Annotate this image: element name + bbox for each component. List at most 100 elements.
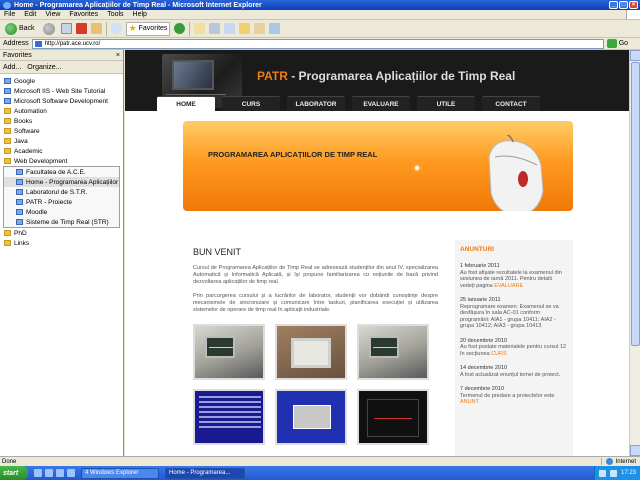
news-item: A fost actualizat enunțul temei de proie… (460, 372, 568, 379)
go-label: Go (618, 40, 629, 47)
menu-file[interactable]: File (4, 11, 15, 18)
ie-quicklaunch-icon[interactable] (34, 469, 42, 477)
nav-curs[interactable]: CURS (222, 96, 280, 111)
add-favorite-button[interactable]: Add... (3, 64, 21, 71)
signal-screenshot[interactable] (357, 389, 429, 445)
back-arrow-icon (5, 22, 17, 35)
favorite-item[interactable]: Automation (0, 106, 123, 116)
news-link[interactable]: ANUNT (460, 399, 479, 405)
favorite-subitem[interactable]: PATR - Proiecte (4, 197, 119, 207)
oscilloscope-photo[interactable] (357, 324, 429, 380)
discuss-icon[interactable] (239, 23, 251, 34)
favorites-list: Google Microsoft IIS - Web Site Tutorial M… (0, 74, 123, 248)
favorites-panel: Favorites × Add... Organize... Google Mic… (0, 50, 124, 456)
explorer-quicklaunch-icon[interactable] (56, 469, 64, 477)
favorite-item[interactable]: Books (0, 116, 123, 126)
taskbar-explorer-button[interactable]: 4 Windows Explorer (81, 467, 159, 479)
computer-mouse-image (488, 135, 544, 211)
window-titlebar[interactable]: Home - Programarea Aplicațiilor de Timp … (0, 0, 640, 10)
history-icon[interactable] (174, 23, 186, 34)
site-title-text: - Programarea Aplicațiilor de Timp Real (287, 69, 516, 83)
favorites-panel-header: Favorites × (0, 50, 123, 61)
favorite-subitem[interactable]: Sisteme de Timp Real (STR) (4, 217, 119, 227)
favorite-item-label: Books (14, 117, 33, 125)
favorite-item[interactable]: PhD (0, 228, 123, 238)
organize-favorites-button[interactable]: Organize... (27, 64, 61, 71)
print-icon[interactable] (209, 23, 221, 34)
menu-help[interactable]: Help (133, 11, 147, 18)
page-icon (4, 78, 11, 84)
start-button[interactable]: start (0, 466, 28, 480)
research-icon[interactable] (254, 23, 266, 34)
favorite-item-label: Software (14, 127, 40, 135)
nav-evaluare[interactable]: EVALUARE (352, 96, 410, 111)
news-title: ANUNTURI (460, 246, 494, 253)
minimize-button[interactable]: _ (609, 1, 618, 9)
page-icon (16, 219, 23, 225)
favorite-item[interactable]: Microsoft IIS - Web Site Tutorial (0, 86, 123, 96)
scroll-down-icon[interactable] (630, 445, 640, 456)
favorite-item[interactable]: Google (0, 76, 123, 86)
zone-label: Internet (615, 458, 636, 465)
favorite-subitem[interactable]: Moodle (4, 207, 119, 217)
favorite-item[interactable]: Microsoft Software Development (0, 96, 123, 106)
page-scrollbar[interactable] (629, 50, 640, 456)
nav-contact[interactable]: CONTACT (482, 96, 540, 111)
scroll-up-icon[interactable] (630, 50, 640, 61)
nav-laborator[interactable]: LABORATOR (287, 96, 345, 111)
stop-icon[interactable] (60, 23, 72, 34)
desktop-quicklaunch-icon[interactable] (45, 469, 53, 477)
favorite-item[interactable]: Java (0, 136, 123, 146)
go-button[interactable]: Go (606, 39, 629, 48)
favorite-subitem[interactable]: Home - Programarea Aplicațiilor de Timp … (4, 177, 119, 187)
volume-tray-icon[interactable] (609, 469, 617, 477)
messenger-icon[interactable] (269, 23, 281, 34)
menu-favorites[interactable]: Favorites (69, 11, 98, 18)
mail-icon[interactable] (194, 23, 206, 34)
media-quicklaunch-icon[interactable] (67, 469, 75, 477)
close-button[interactable]: × (629, 1, 638, 9)
favorite-item[interactable]: Academic (0, 146, 123, 156)
favorite-item[interactable]: Links (0, 238, 123, 248)
edit-icon[interactable] (224, 23, 236, 34)
nav-utile[interactable]: UTILE (417, 96, 475, 111)
program-screenshot[interactable] (275, 389, 347, 445)
favorite-item-label: Google (14, 77, 35, 85)
favorite-subitem[interactable]: Laboratorul de S.T.R. (4, 187, 119, 197)
security-zone: Internet (600, 458, 640, 465)
back-label: Back (19, 25, 35, 32)
program-screenshot[interactable] (193, 389, 265, 445)
menu-edit[interactable]: Edit (24, 11, 36, 18)
oscilloscope-photo[interactable] (275, 324, 347, 380)
close-panel-icon[interactable]: × (116, 52, 120, 59)
folder-icon (4, 108, 11, 114)
site-banner: PROGRAMAREA APLICAȚIILOR DE TIMP REAL (183, 121, 573, 211)
ie-icon (3, 1, 11, 9)
network-tray-icon[interactable] (598, 469, 606, 477)
page-icon (16, 189, 23, 195)
favorite-subitem[interactable]: Facultatea de A.C.E. (4, 167, 119, 177)
folder-icon (4, 158, 11, 164)
search-icon[interactable] (110, 23, 122, 34)
forward-button[interactable] (41, 22, 57, 36)
maximize-button[interactable]: □ (619, 1, 628, 9)
favorites-button[interactable]: ★ Favorites (125, 21, 171, 36)
favorite-item[interactable]: Software (0, 126, 123, 136)
scrollbar-thumb[interactable] (631, 62, 640, 346)
taskbar-ie-button[interactable]: Home - Programarea... (165, 467, 245, 479)
nav-home[interactable]: HOME (157, 96, 215, 111)
page-icon (4, 98, 11, 104)
news-link[interactable]: CURS (491, 351, 507, 357)
refresh-icon[interactable] (75, 23, 87, 34)
news-link[interactable]: EVALUARE (494, 283, 523, 289)
menu-tools[interactable]: Tools (107, 11, 123, 18)
back-button[interactable]: Back (3, 22, 37, 36)
internet-globe-icon (605, 458, 613, 465)
oscilloscope-photo[interactable] (193, 324, 265, 380)
menu-view[interactable]: View (45, 11, 60, 18)
address-input[interactable]: http://patr.ace.ucv.ro/ (31, 38, 604, 49)
favorite-item[interactable]: Web Development (0, 156, 123, 166)
banner-glow-dot (415, 166, 419, 170)
home-icon[interactable] (90, 23, 102, 34)
page-icon (16, 199, 23, 205)
